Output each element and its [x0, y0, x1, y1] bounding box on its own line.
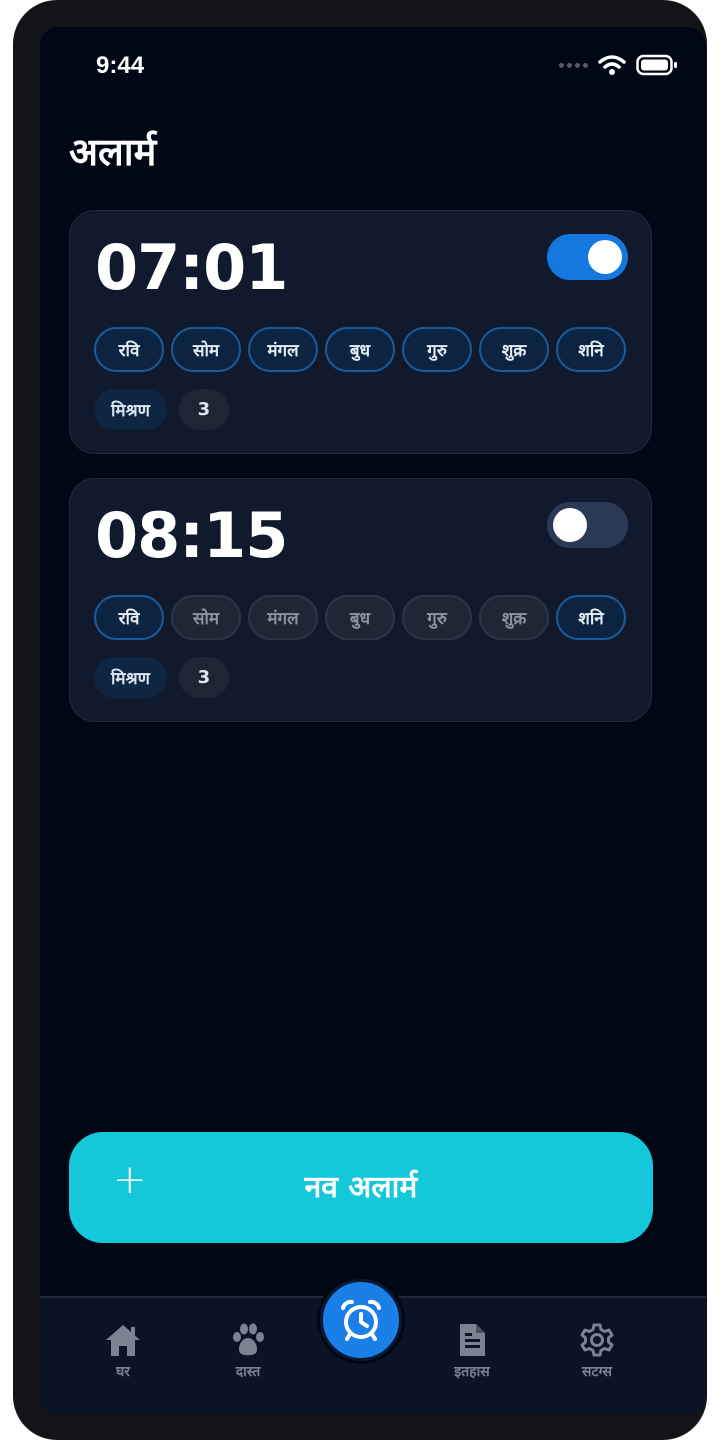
day-chip-thursday[interactable]: गुरु — [402, 595, 472, 640]
day-chip-sunday[interactable]: रवि — [94, 327, 164, 372]
count-badge[interactable]: 3 — [178, 389, 229, 430]
day-chip-monday[interactable]: सोम — [171, 327, 241, 372]
alarm-toggle[interactable] — [547, 502, 628, 548]
new-alarm-label: नव अलार्म — [304, 1170, 418, 1205]
home-icon — [106, 1325, 140, 1356]
device-frame: 9:44 अलार्म 07:01 रवि सोम मंगल बुध गुरु … — [13, 0, 707, 1440]
new-alarm-button[interactable]: + नव अलार्म — [69, 1132, 653, 1243]
status-time: 9:44 — [96, 52, 145, 79]
nav-label-friends: दास्त — [235, 1364, 261, 1380]
day-chip-friday[interactable]: शुक्र — [479, 595, 549, 640]
status-icons — [559, 54, 678, 76]
document-icon — [460, 1324, 485, 1356]
day-chip-saturday[interactable]: शनि — [556, 595, 626, 640]
mode-badge[interactable]: मिश्रण — [94, 657, 167, 698]
day-chip-thursday[interactable]: गुरु — [402, 327, 472, 372]
nav-item-home[interactable]: घर — [63, 1322, 183, 1381]
day-chip-tuesday[interactable]: मंगल — [248, 327, 318, 372]
nav-item-friends[interactable]: दास्त — [188, 1322, 308, 1381]
day-chip-friday[interactable]: शुक्र — [479, 327, 549, 372]
day-chip-monday[interactable]: सोम — [171, 595, 241, 640]
day-chip-wednesday[interactable]: बुध — [325, 595, 395, 640]
weekday-selector: रवि सोम मंगल बुध गुरु शुक्र शनि — [94, 327, 626, 372]
toggle-knob — [553, 508, 587, 542]
nav-item-history[interactable]: इतहास — [412, 1322, 532, 1381]
page-title: अलार्म — [69, 130, 157, 174]
alarm-time: 07:01 — [95, 231, 288, 304]
paw-icon — [233, 1323, 264, 1356]
alarm-card[interactable]: 08:15 रवि सोम मंगल बुध गुरु शुक्र शनि मि… — [69, 478, 652, 722]
app-screen: 9:44 अलार्म 07:01 रवि सोम मंगल बुध गुरु … — [40, 27, 706, 1414]
day-chip-wednesday[interactable]: बुध — [325, 327, 395, 372]
day-chip-saturday[interactable]: शनि — [556, 327, 626, 372]
alarm-time: 08:15 — [95, 499, 288, 572]
nav-label-settings: सटग्स — [582, 1364, 612, 1380]
battery-icon — [636, 54, 677, 76]
alarm-clock-icon — [341, 1299, 381, 1341]
nav-label-history: इतहास — [454, 1364, 490, 1380]
nav-label-home: घर — [116, 1364, 130, 1380]
wifi-icon — [598, 55, 626, 75]
day-chip-tuesday[interactable]: मंगल — [248, 595, 318, 640]
nav-item-settings[interactable]: सटग्स — [537, 1322, 657, 1381]
alarm-meta: मिश्रण 3 — [94, 657, 229, 698]
alarm-toggle[interactable] — [547, 234, 628, 280]
nav-item-alarm[interactable] — [320, 1279, 402, 1361]
mode-badge[interactable]: मिश्रण — [94, 389, 167, 430]
alarm-card[interactable]: 07:01 रवि सोम मंगल बुध गुरु शुक्र शनि मि… — [69, 210, 652, 454]
cellular-signal-icon — [559, 62, 588, 68]
day-chip-sunday[interactable]: रवि — [94, 595, 164, 640]
weekday-selector: रवि सोम मंगल बुध गुरु शुक्र शनि — [94, 595, 626, 640]
count-badge[interactable]: 3 — [178, 657, 229, 698]
alarm-meta: मिश्रण 3 — [94, 389, 229, 430]
toggle-knob — [588, 240, 622, 274]
gear-icon — [580, 1323, 614, 1357]
